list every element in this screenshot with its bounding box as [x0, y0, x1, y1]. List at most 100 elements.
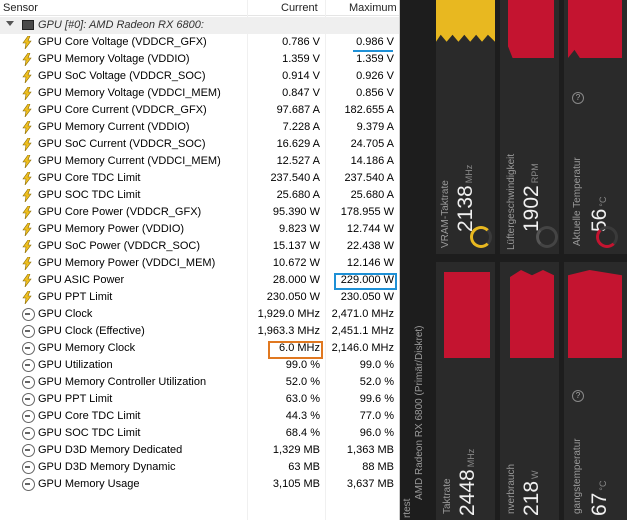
bolt-icon — [22, 274, 35, 287]
sensor-name: GPU SoC Voltage (VDDCR_SOC) — [38, 70, 206, 82]
group-label: GPU [#0]: AMD Radeon RX 6800: — [38, 19, 204, 31]
clock-icon — [22, 444, 35, 457]
table-row[interactable]: GPU SoC Current (VDDCR_SOC) 16.629 A 24.70… — [0, 136, 400, 153]
sensor-current-value: 15.137 W — [272, 240, 320, 252]
table-row[interactable]: GPU Memory Controller Utilization 52.0 % 5… — [0, 374, 400, 391]
gauge-ring-icon — [596, 226, 618, 248]
sensor-maximum-value: 25.680 A — [350, 189, 394, 201]
collapse-arrow-icon[interactable] — [6, 21, 14, 26]
sensor-current-value: 99.0 % — [285, 359, 320, 371]
sensor-name: GPU SoC Power (VDDCR_SOC) — [38, 240, 200, 252]
clock-icon — [22, 393, 35, 406]
bolt-icon — [22, 206, 35, 219]
help-icon[interactable]: ? — [572, 390, 584, 402]
sensor-name: GPU Memory Current (VDDCI_MEM) — [38, 155, 221, 167]
table-row[interactable]: GPU Core Current (VDDCR_GFX) 97.687 A 182.… — [0, 102, 400, 119]
table-row[interactable]: GPU Utilization 99.0 % 99.0 % — [0, 357, 400, 374]
card-value: 1902RPM — [520, 163, 543, 232]
column-header-sensor[interactable]: Sensor — [3, 2, 38, 14]
table-row[interactable]: GPU Memory Voltage (VDDCI_MEM) 0.847 V 0.8… — [0, 85, 400, 102]
sensor-maximum-value: 0.856 V — [356, 87, 394, 99]
table-row[interactable]: GPU Clock 1,929.0 MHz 2,471.0 MHz — [0, 306, 400, 323]
card-label: VRAM-Taktrate — [440, 180, 451, 248]
table-row[interactable]: GPU PPT Limit 63.0 % 99.6 % — [0, 391, 400, 408]
clock-icon — [22, 325, 35, 338]
column-header-maximum[interactable]: Maximum — [349, 2, 397, 14]
column-header-current[interactable]: Current — [281, 2, 318, 14]
sensor-current-value: 97.687 A — [276, 104, 320, 116]
sensor-maximum-value: 99.6 % — [359, 393, 394, 405]
sensor-name: GPU Memory Power (VDDIO) — [38, 223, 185, 235]
sensor-name: GPU Core Voltage (VDDCR_GFX) — [38, 36, 207, 48]
sensor-name: GPU PPT Limit — [38, 393, 113, 405]
sensor-name: GPU Memory Clock — [38, 342, 136, 354]
table-row[interactable]: GPU Memory Voltage (VDDIO) 1.359 V 1.359 V — [0, 51, 400, 68]
table-row[interactable]: GPU Memory Power (VDDCI_MEM) 10.672 W 12.1… — [0, 255, 400, 272]
bolt-icon — [22, 121, 35, 134]
table-row[interactable]: GPU Core Voltage (VDDCR_GFX) 0.786 V 0.986… — [0, 34, 400, 51]
sensor-current-value: 1,329 MB — [272, 444, 320, 456]
sensor-maximum-value: 3,637 MB — [346, 478, 394, 490]
sensor-name: GPU ASIC Power — [38, 274, 125, 286]
table-row[interactable]: GPU Memory Usage 3,105 MB 3,637 MB — [0, 476, 400, 493]
table-row[interactable]: GPU Core TDC Limit 237.540 A 237.540 A — [0, 170, 400, 187]
card-value: 67°C — [588, 480, 611, 516]
sensor-maximum-value: 14.186 A — [350, 155, 394, 167]
table-row[interactable]: GPU Core TDC Limit 44.3 % 77.0 % — [0, 408, 400, 425]
table-row[interactable]: GPU PPT Limit 230.050 W 230.050 W — [0, 289, 400, 306]
highlight-box-memory-clock-current — [268, 341, 323, 359]
card-label: Taktrate — [442, 478, 453, 514]
table-row[interactable]: GPU SoC Power (VDDCR_SOC) 15.137 W 22.438 … — [0, 238, 400, 255]
sensor-current-value: 10.672 W — [272, 257, 320, 269]
clock-icon — [22, 342, 35, 355]
sensor-current-value: 52.0 % — [285, 376, 320, 388]
card-value: 218W — [520, 470, 543, 516]
table-row[interactable]: GPU D3D Memory Dedicated 1,329 MB 1,363 MB — [0, 442, 400, 459]
sensor-current-value: 7.228 A — [282, 121, 320, 133]
sensor-maximum-value: 182.655 A — [344, 104, 394, 116]
table-row[interactable]: GPU Core Power (VDDCR_GFX) 95.390 W 178.95… — [0, 204, 400, 221]
table-row[interactable]: GPU Memory Power (VDDIO) 9.823 W 12.744 W — [0, 221, 400, 238]
table-row[interactable]: GPU Memory Current (VDDCI_MEM) 12.527 A 14… — [0, 153, 400, 170]
table-row[interactable]: GPU SOC TDC Limit 25.680 A 25.680 A — [0, 187, 400, 204]
card-label: Lüftergeschwindigkeit — [506, 153, 517, 250]
sensor-name: GPU Memory Usage — [38, 478, 140, 490]
group-row-gpu[interactable]: GPU [#0]: AMD Radeon RX 6800: — [0, 17, 400, 34]
table-row[interactable]: GPU SOC TDC Limit 68.4 % 96.0 % — [0, 425, 400, 442]
sensor-current-value: 16.629 A — [276, 138, 320, 150]
highlight-underline-core-voltage-max — [353, 50, 393, 52]
card-value: 2138MHz — [454, 164, 477, 232]
table-row[interactable]: GPU SoC Voltage (VDDCR_SOC) 0.914 V 0.926 … — [0, 68, 400, 85]
table-row[interactable]: GPU D3D Memory Dynamic 63 MB 88 MB — [0, 459, 400, 476]
card-current-temperature: ? Aktuelle Temperatur 56°C — [564, 0, 627, 254]
clock-icon — [22, 410, 35, 423]
sensor-name: GPU Memory Voltage (VDDIO) — [38, 53, 190, 65]
bolt-icon — [22, 189, 35, 202]
table-row[interactable]: GPU Clock (Effective) 1,963.3 MHz 2,451.1 … — [0, 323, 400, 340]
help-icon[interactable]: ? — [572, 92, 584, 104]
sensor-maximum-value: 2,451.1 MHz — [331, 325, 394, 337]
sensor-current-value: 63.0 % — [285, 393, 320, 405]
gauge-ring-icon — [470, 226, 492, 248]
sensor-maximum-value: 77.0 % — [359, 410, 394, 422]
table-row[interactable]: GPU Memory Clock 6.0 MHz 2,146.0 MHz — [0, 340, 400, 357]
sensor-name: GPU Core TDC Limit — [38, 172, 141, 184]
table-row[interactable]: GPU Memory Current (VDDIO) 7.228 A 9.379 A — [0, 119, 400, 136]
sensor-current-value: 3,105 MB — [272, 478, 320, 490]
sensor-maximum-value: 12.146 W — [346, 257, 394, 269]
sensor-name: GPU Memory Voltage (VDDCI_MEM) — [38, 87, 221, 99]
sensor-current-value: 68.4 % — [285, 427, 320, 439]
clock-icon — [22, 427, 35, 440]
table-header: Sensor Current Maximum — [0, 0, 400, 16]
sensor-name: GPU D3D Memory Dedicated — [38, 444, 183, 456]
sensor-name: GPU Memory Power (VDDCI_MEM) — [38, 257, 216, 269]
bolt-icon — [22, 240, 35, 253]
cut-label: rtest — [402, 498, 413, 518]
sensor-maximum-value: 237.540 A — [344, 172, 394, 184]
sensor-current-value: 1.359 V — [282, 53, 320, 65]
sensor-maximum-value: 2,146.0 MHz — [331, 342, 394, 354]
gpu-chip-icon — [22, 20, 34, 30]
sensor-current-value: 95.390 W — [272, 206, 320, 218]
clock-icon — [22, 461, 35, 474]
sensor-current-value: 25.680 A — [276, 189, 320, 201]
